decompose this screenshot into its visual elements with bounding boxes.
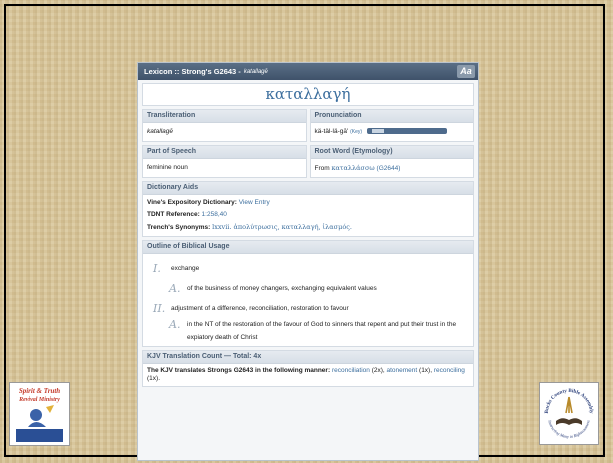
outline-item: A. of the business of money changers, ex… bbox=[147, 278, 469, 298]
kjv-count: (1x), bbox=[419, 367, 433, 374]
dictionary-aids-section: Dictionary Aids Vine's Expository Dictio… bbox=[142, 181, 474, 237]
tdnt-link[interactable]: 1:258,40 bbox=[202, 211, 227, 218]
part-of-speech-value: feminine noun bbox=[147, 164, 188, 171]
root-word-ref[interactable]: (G2644) bbox=[377, 165, 401, 172]
outline-text: in the NT of the restoration of the favo… bbox=[187, 321, 457, 341]
logo-left-line1: Spirit & Truth bbox=[19, 387, 60, 395]
kjv-label: KJV Translation Count — Total: 4x bbox=[143, 351, 473, 364]
tdnt-label: TDNT Reference: bbox=[147, 211, 200, 218]
spirit-truth-logo: Spirit & Truth Revival Ministry bbox=[9, 382, 70, 446]
vines-label: Vine's Expository Dictionary: bbox=[147, 199, 237, 206]
outline-text: exchange bbox=[171, 264, 200, 272]
pronunciation-value: kä-täl-lä-gā' bbox=[314, 128, 349, 135]
outline-text: adjustment of a difference, reconciliati… bbox=[171, 304, 349, 312]
trench-label: Trench's Synonyms: bbox=[147, 224, 211, 231]
vines-link[interactable]: View Entry bbox=[239, 199, 270, 206]
outline-label: Outline of Biblical Usage bbox=[143, 241, 473, 254]
pronunciation-label: Pronunciation bbox=[310, 110, 473, 123]
audio-player[interactable] bbox=[366, 128, 447, 135]
bucks-county-logo-art: Bucks County Bible Assembly Instructing … bbox=[540, 383, 598, 444]
outline-section: Outline of Biblical Usage I. exchange A.… bbox=[142, 240, 474, 347]
kjv-section: KJV Translation Count — Total: 4x The KJ… bbox=[142, 350, 474, 387]
spirit-truth-logo-art: Spirit & Truth Revival Ministry bbox=[10, 383, 69, 445]
lexicon-panel: Lexicon :: Strong's G2643 - katallagē Aa… bbox=[137, 62, 479, 461]
part-of-speech-label: Part of Speech bbox=[143, 146, 306, 159]
greek-word-title: καταλλαγή bbox=[142, 83, 474, 106]
root-word-cell: Root Word (Etymology) From καταλλάσσω (G… bbox=[309, 145, 474, 178]
transliteration-value: katallagē bbox=[147, 128, 174, 135]
outline-text: of the business of money changers, excha… bbox=[187, 284, 377, 292]
lexicon-title: Lexicon :: Strong's G2643 - bbox=[144, 67, 241, 76]
root-word-link[interactable]: καταλλάσσω bbox=[331, 164, 374, 172]
pronunciation-cell: Pronunciation kä-täl-lä-gā' (Key) bbox=[309, 109, 474, 142]
outline-item: A. in the NT of the restoration of the f… bbox=[147, 318, 469, 344]
trench-link[interactable]: lxxvii. ἀπολύτρωσις, καταλλαγή, ἱλασμός. bbox=[212, 223, 352, 231]
root-word-label: Root Word (Etymology) bbox=[310, 146, 473, 159]
outline-marker: A. bbox=[169, 281, 181, 295]
outline-marker: II. bbox=[153, 301, 166, 315]
kjv-term-link[interactable]: atonement bbox=[387, 367, 418, 374]
transliteration-label: Transliteration bbox=[143, 110, 306, 123]
kjv-lead: The KJV translates Strongs G2643 in the … bbox=[147, 367, 331, 374]
dictionary-aids-label: Dictionary Aids bbox=[143, 182, 473, 195]
lexicon-header: Lexicon :: Strong's G2643 - katallagē Aa bbox=[138, 63, 478, 80]
root-word-prefix: From bbox=[314, 165, 330, 172]
bucks-county-logo: Bucks County Bible Assembly Instructing … bbox=[539, 382, 599, 445]
logo-left-line2: Revival Ministry bbox=[18, 397, 60, 403]
outline-item: II. adjustment of a difference, reconcil… bbox=[147, 298, 469, 318]
pronunciation-key-link[interactable]: (Key) bbox=[350, 129, 362, 135]
lexicon-title-translit: katallagē bbox=[243, 68, 268, 75]
font-size-button[interactable]: Aa bbox=[457, 65, 475, 78]
kjv-term-link[interactable]: reconciliation bbox=[332, 367, 370, 374]
outline-marker: I. bbox=[153, 261, 161, 275]
part-of-speech-cell: Part of Speech feminine noun bbox=[142, 145, 307, 178]
kjv-count: (2x), bbox=[371, 367, 385, 374]
kjv-term-link[interactable]: reconciling bbox=[434, 367, 465, 374]
transliteration-cell: Transliteration katallagē bbox=[142, 109, 307, 142]
outline-item: I. exchange bbox=[147, 258, 469, 278]
kjv-count: (1x). bbox=[147, 375, 160, 382]
outline-marker: A. bbox=[169, 318, 181, 331]
